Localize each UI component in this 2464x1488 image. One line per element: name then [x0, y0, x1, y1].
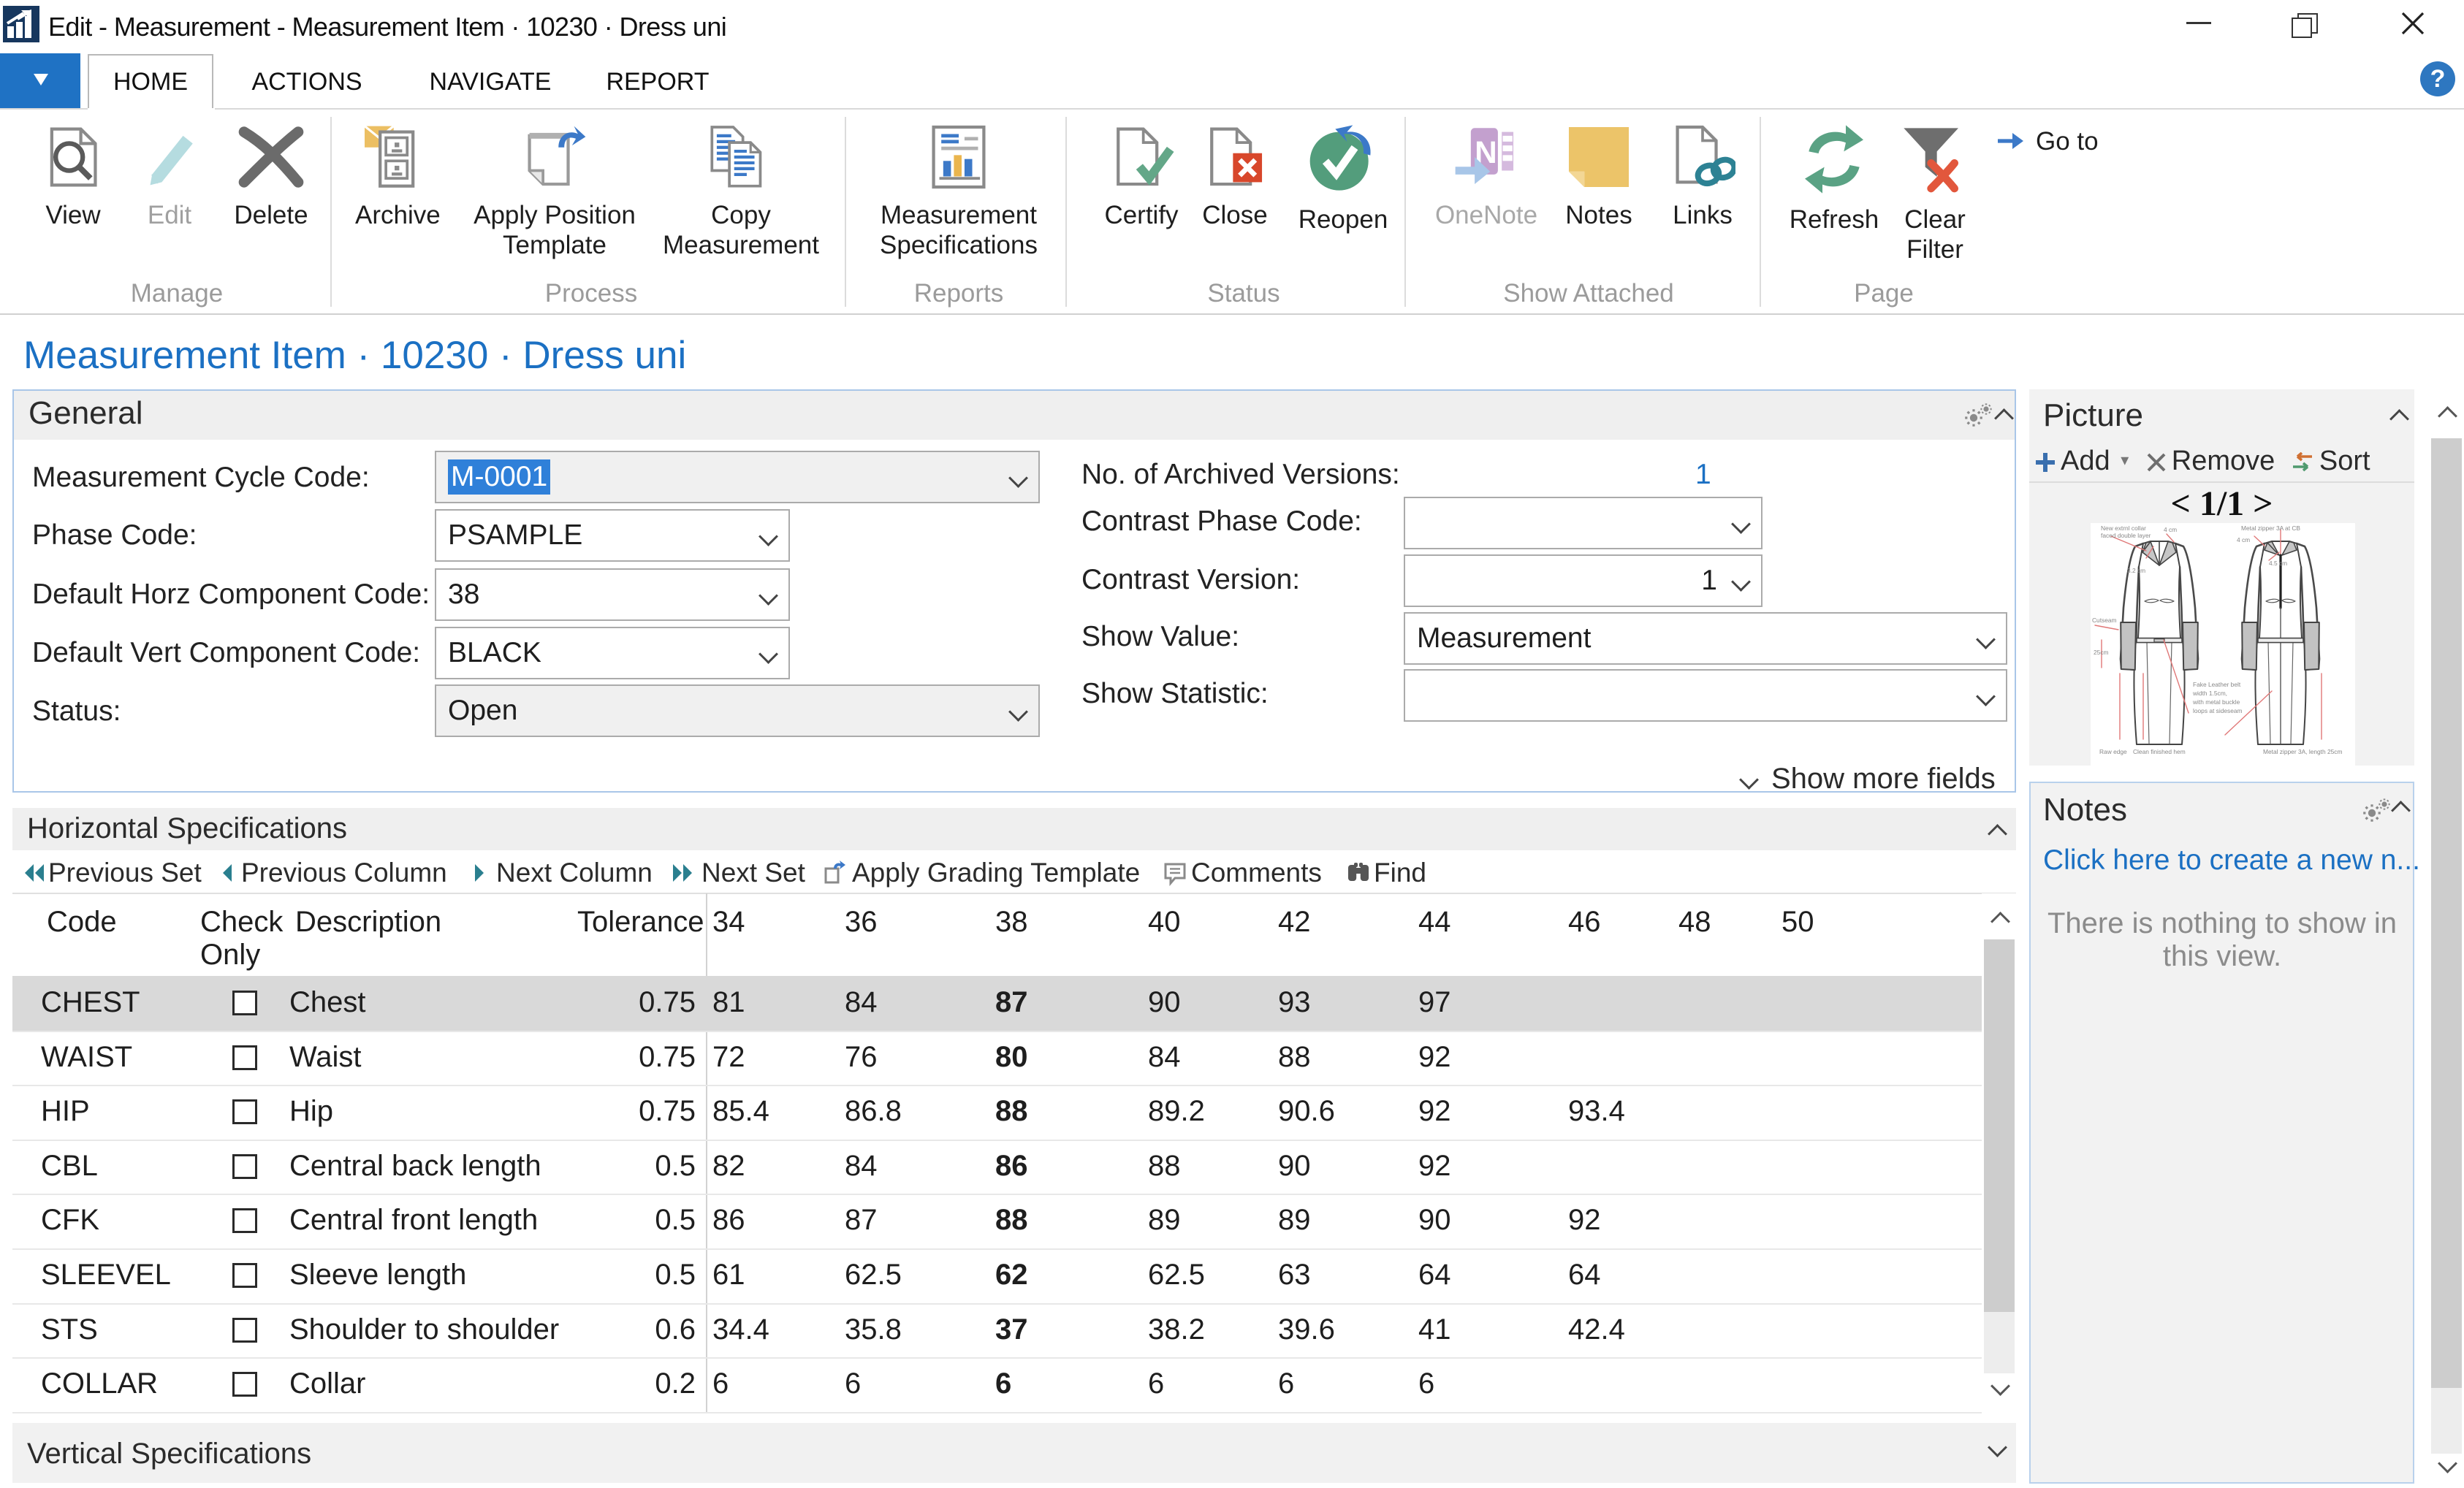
svg-text:loops at sideseam: loops at sideseam [2193, 707, 2243, 714]
svg-text:Fake Leather belt: Fake Leather belt [2193, 681, 2241, 688]
svg-text:New extrnl collar: New extrnl collar [2101, 524, 2146, 532]
svg-text:4.5 cm: 4.5 cm [2269, 560, 2287, 567]
svg-text:with metal buckle: with metal buckle [2192, 698, 2240, 706]
svg-text:Metal zipper 3A at CB: Metal zipper 3A at CB [2241, 524, 2300, 532]
svg-text:Metal zipper 3A, length 25cm: Metal zipper 3A, length 25cm [2263, 748, 2342, 755]
svg-text:Clean finished hem: Clean finished hem [2133, 748, 2186, 755]
svg-text:4 cm: 4 cm [2237, 536, 2250, 543]
svg-text:width 1.5cm,: width 1.5cm, [2192, 690, 2227, 697]
svg-text:3.2 cm: 3.2 cm [2127, 567, 2145, 574]
svg-text:Cutseam: Cutseam [2092, 617, 2117, 624]
svg-text:Raw edge: Raw edge [2099, 748, 2127, 755]
svg-text:faced double layer: faced double layer [2101, 532, 2151, 539]
svg-text:25cm: 25cm [2094, 649, 2109, 656]
svg-text:4 cm: 4 cm [2164, 526, 2177, 533]
